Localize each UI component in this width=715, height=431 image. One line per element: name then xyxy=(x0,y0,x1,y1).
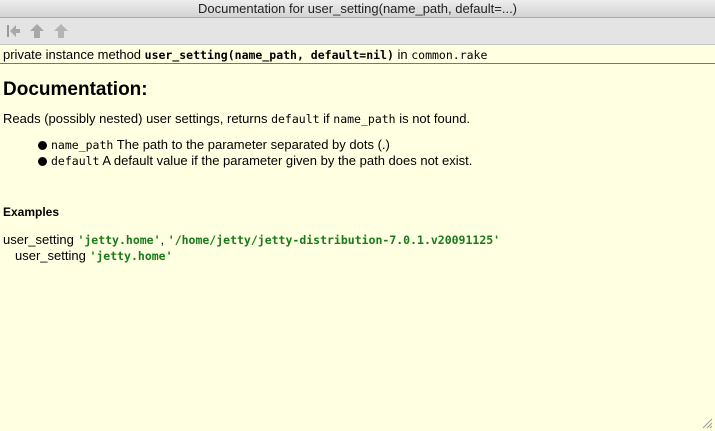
desc-code-name-path: name_path xyxy=(333,112,396,126)
example-call: user_setting xyxy=(15,248,90,263)
signature-prefix: private instance method xyxy=(3,47,145,62)
param-name: default xyxy=(51,154,100,168)
doc-content: Documentation: Reads (possibly nested) u… xyxy=(0,66,715,431)
param-item: default A default value if the parameter… xyxy=(38,153,472,169)
param-list: name_path The path to the parameter sepa… xyxy=(38,137,472,169)
example-arg: 'jetty.home' xyxy=(89,249,173,263)
resize-grip-icon[interactable] xyxy=(702,418,713,429)
toolbar xyxy=(0,18,715,45)
method-signature: private instance method user_setting(nam… xyxy=(0,45,715,64)
arrow-up-icon xyxy=(54,24,68,38)
desc-text: if xyxy=(319,111,334,126)
param-text: A default value if the parameter given b… xyxy=(99,153,473,168)
example-line: user_setting 'jetty.home' xyxy=(15,248,173,263)
desc-code-default: default xyxy=(271,112,320,126)
desc-text: Reads (possibly nested) user settings, r… xyxy=(3,111,272,126)
forward-button[interactable] xyxy=(28,22,46,40)
window-title: Documentation for user_setting(name_path… xyxy=(0,0,715,18)
param-item: name_path The path to the parameter sepa… xyxy=(38,137,472,153)
desc-text: is not found. xyxy=(395,111,471,126)
source-file: common.rake xyxy=(411,48,488,62)
param-text: The path to the parameter separated by d… xyxy=(113,137,390,152)
signature-in: in xyxy=(393,47,412,62)
bullet-icon xyxy=(38,157,47,166)
example-call: user_setting xyxy=(3,232,78,247)
example-arg: '/home/jetty/jetty-distribution-7.0.1.v2… xyxy=(167,233,501,247)
example-arg: 'jetty.home' xyxy=(77,233,161,247)
arrow-left-icon xyxy=(7,25,20,37)
bullet-icon xyxy=(38,141,47,150)
example-sep: , xyxy=(160,232,168,247)
example-line: user_setting 'jetty.home', '/home/jetty/… xyxy=(3,232,500,247)
back-button[interactable] xyxy=(4,22,22,40)
examples-heading: Examples xyxy=(3,205,60,219)
param-name: name_path xyxy=(51,138,114,152)
doc-heading: Documentation: xyxy=(3,79,148,100)
arrow-right-icon xyxy=(30,24,44,38)
up-button[interactable] xyxy=(52,22,70,40)
method-name: user_setting(name_path, default=nil) xyxy=(144,48,394,62)
doc-description: Reads (possibly nested) user settings, r… xyxy=(3,111,470,126)
